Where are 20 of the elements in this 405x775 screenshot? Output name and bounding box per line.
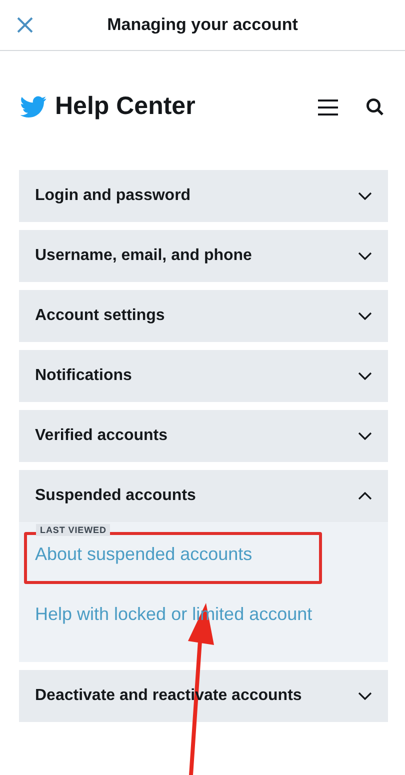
accordion-header[interactable]: Login and password xyxy=(19,170,388,222)
accordion-header[interactable]: Username, email, and phone xyxy=(19,230,388,282)
accordion-header[interactable]: Account settings xyxy=(19,290,388,342)
bird-logo-icon[interactable] xyxy=(20,96,47,118)
accordion-header[interactable]: Notifications xyxy=(19,350,388,402)
menu-icon[interactable] xyxy=(318,98,338,116)
chevron-up-icon xyxy=(358,492,372,500)
chevron-down-icon xyxy=(358,432,372,440)
close-icon[interactable] xyxy=(16,16,34,34)
last-viewed-badge: LAST VIEWED xyxy=(36,524,110,536)
chevron-down-icon xyxy=(358,252,372,260)
chevron-down-icon xyxy=(358,312,372,320)
page-title: Managing your account xyxy=(107,14,298,36)
accordion-header[interactable]: Suspended accounts xyxy=(19,470,388,522)
accordion-header[interactable]: Verified accounts xyxy=(19,410,388,462)
chevron-down-icon xyxy=(358,692,372,700)
search-icon[interactable] xyxy=(366,98,384,116)
chevron-down-icon xyxy=(358,192,372,200)
brand-title: Help Center xyxy=(55,91,196,122)
chevron-down-icon xyxy=(358,372,372,380)
